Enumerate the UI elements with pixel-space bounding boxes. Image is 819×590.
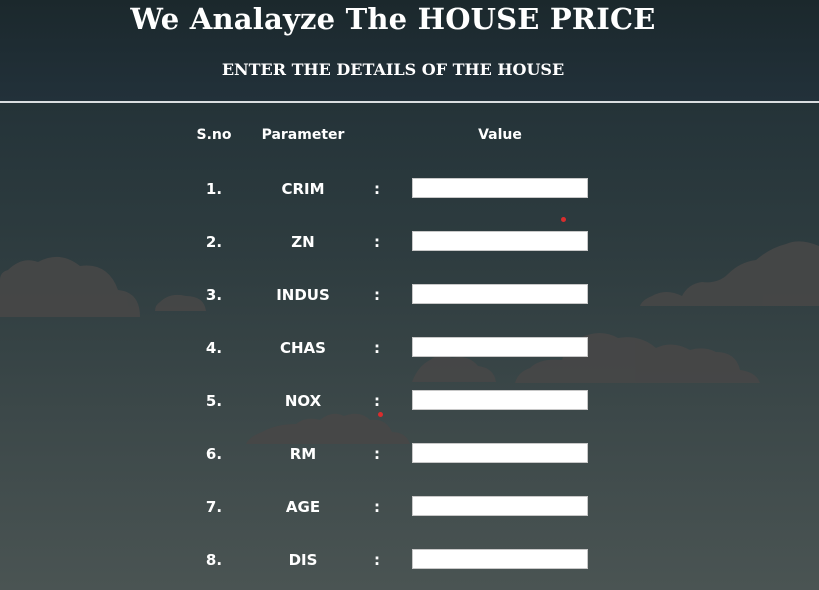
separator: : xyxy=(374,286,380,304)
chas-input[interactable] xyxy=(412,337,588,357)
row-number: 8. xyxy=(205,551,223,569)
parameter-label-zn: ZN xyxy=(291,233,315,251)
separator: : xyxy=(374,339,380,357)
parameter-label-nox: NOX xyxy=(284,392,322,410)
parameter-label-dis: DIS xyxy=(288,551,318,569)
dis-input[interactable] xyxy=(412,549,588,569)
page-title: We Analayze The HOUSE PRICE xyxy=(130,2,656,36)
table-row: 7. AGE : xyxy=(0,496,819,520)
row-number: 4. xyxy=(205,339,223,357)
table-row: 8. DIS : xyxy=(0,549,819,573)
parameter-label-indus: INDUS xyxy=(276,286,330,304)
nox-input[interactable] xyxy=(412,390,588,410)
column-header-sno: S.no xyxy=(196,127,232,143)
table-row: 6. RM : xyxy=(0,443,819,467)
zn-input[interactable] xyxy=(412,231,588,251)
table-row: 5. NOX : xyxy=(0,390,819,414)
separator: : xyxy=(374,392,380,410)
table-row: 1. CRIM : xyxy=(0,178,819,202)
separator: : xyxy=(374,551,380,569)
separator: : xyxy=(374,180,380,198)
table-row: 3. INDUS : xyxy=(0,284,819,308)
separator: : xyxy=(374,498,380,516)
parameter-label-age: AGE xyxy=(285,498,321,516)
separator: : xyxy=(374,445,380,463)
row-number: 2. xyxy=(205,233,223,251)
column-header-value: Value xyxy=(478,127,522,143)
page-header: We Analayze The HOUSE PRICE ENTER THE DE… xyxy=(0,0,819,103)
table-row: 4. CHAS : xyxy=(0,337,819,361)
column-header-parameter: Parameter xyxy=(261,127,345,143)
page-subtitle: ENTER THE DETAILS OF THE HOUSE xyxy=(221,60,565,79)
parameter-label-crim: CRIM xyxy=(281,180,325,198)
indus-input[interactable] xyxy=(412,284,588,304)
age-input[interactable] xyxy=(412,496,588,516)
parameter-label-rm: RM xyxy=(289,445,317,463)
decorative-dot xyxy=(561,217,566,222)
row-number: 1. xyxy=(205,180,223,198)
row-number: 5. xyxy=(205,392,223,410)
separator: : xyxy=(374,233,380,251)
parameter-label-chas: CHAS xyxy=(280,339,326,357)
table-row: 2. ZN : xyxy=(0,231,819,255)
crim-input[interactable] xyxy=(412,178,588,198)
row-number: 6. xyxy=(205,445,223,463)
row-number: 7. xyxy=(205,498,223,516)
rm-input[interactable] xyxy=(412,443,588,463)
decorative-dot xyxy=(378,412,383,417)
row-number: 3. xyxy=(205,286,223,304)
